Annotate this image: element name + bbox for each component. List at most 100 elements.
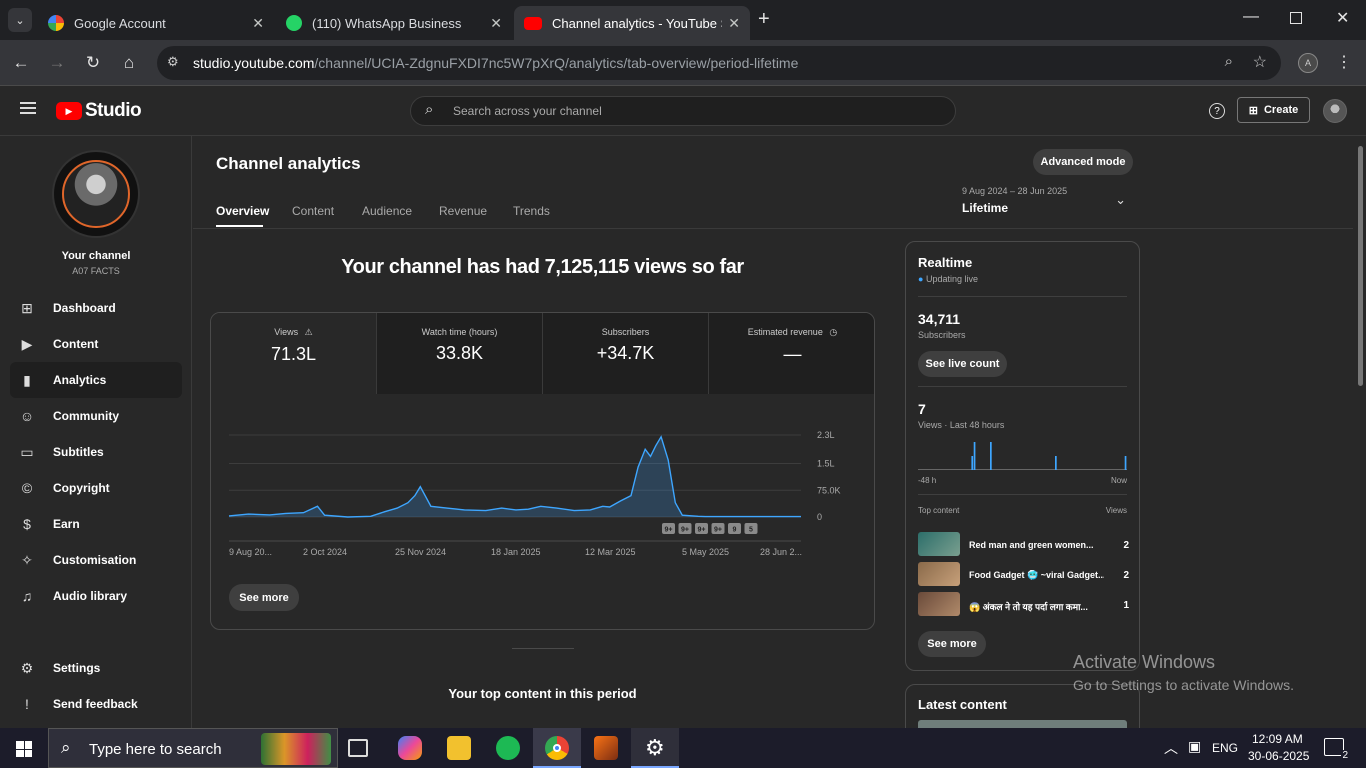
copilot-icon[interactable] bbox=[398, 736, 422, 760]
clock-time[interactable]: 12:09 AM bbox=[1252, 732, 1303, 746]
close-icon[interactable]: ✕ bbox=[490, 15, 502, 32]
realtime-bar[interactable] bbox=[990, 442, 992, 470]
play-icon: ▶ bbox=[21, 335, 33, 352]
realtime-bar[interactable] bbox=[973, 442, 976, 470]
windows-start-icon[interactable] bbox=[16, 741, 32, 757]
spotify-icon[interactable] bbox=[496, 736, 520, 760]
tab-overview[interactable]: Overview bbox=[216, 204, 269, 218]
upload-marker[interactable]: 9+ bbox=[662, 523, 675, 534]
advanced-mode-button[interactable]: Advanced mode bbox=[1033, 149, 1133, 175]
restore-button[interactable] bbox=[1290, 12, 1302, 24]
tab-label: (110) WhatsApp Business bbox=[312, 15, 462, 31]
zoom-icon[interactable]: ⌕ bbox=[1225, 53, 1233, 70]
tab-revenue[interactable]: Revenue bbox=[439, 204, 487, 218]
metric-estimated-revenue[interactable]: Estimated revenue ◷ — bbox=[709, 313, 874, 394]
close-icon[interactable]: ✕ bbox=[252, 15, 264, 32]
subtitles-icon: ▭ bbox=[20, 443, 34, 460]
file-explorer-icon[interactable] bbox=[447, 736, 471, 760]
taskbar-search-input[interactable]: ⌕ Type here to search bbox=[48, 728, 338, 768]
upload-marker[interactable]: 5 bbox=[744, 523, 758, 534]
tab-whatsapp-business[interactable]: (110) WhatsApp Business ✕ bbox=[276, 6, 512, 40]
minimize-button[interactable]: — bbox=[1243, 8, 1259, 26]
home-button[interactable]: ⌂ bbox=[116, 50, 142, 76]
close-icon[interactable]: ✕ bbox=[728, 15, 740, 32]
see-more-button[interactable]: See more bbox=[229, 584, 299, 611]
bookmark-star-icon[interactable]: ☆ bbox=[1253, 52, 1267, 72]
page-scrollbar[interactable] bbox=[1355, 136, 1366, 728]
realtime-bar[interactable] bbox=[1055, 456, 1057, 470]
profile-avatar-icon[interactable]: A bbox=[1298, 53, 1318, 73]
realtime-see-more-button[interactable]: See more bbox=[918, 631, 986, 657]
metric-subscribers[interactable]: Subscribers +34.7K bbox=[543, 313, 709, 394]
upload-marker[interactable]: 9+ bbox=[695, 523, 708, 534]
upload-marker[interactable]: 9+ bbox=[678, 523, 692, 534]
top-content-label: Top content bbox=[918, 506, 960, 515]
scrollbar-thumb[interactable] bbox=[1358, 146, 1363, 386]
reload-button[interactable]: ↻ bbox=[80, 50, 106, 76]
views-48h-label: Views · Last 48 hours bbox=[918, 420, 1005, 430]
sidebar-item-dashboard[interactable]: ⊞ Dashboard bbox=[10, 290, 182, 326]
views-chart[interactable]: 2.3L 1.5L 75.0K 0 9 Aug 20... 2 Oct 2024 25 N… bbox=[211, 413, 875, 593]
close-window-button[interactable]: ✕ bbox=[1336, 8, 1349, 28]
sidebar-item-settings[interactable]: ⚙ Settings bbox=[10, 650, 182, 686]
sidebar-item-send-feedback[interactable]: ! Send feedback bbox=[10, 686, 182, 722]
tab-content[interactable]: Content bbox=[292, 204, 334, 218]
browser-menu-icon[interactable]: ⋮ bbox=[1336, 52, 1352, 72]
url-host: studio.youtube.com bbox=[193, 55, 315, 71]
list-item[interactable]: Red man and green women... 2 bbox=[906, 532, 1141, 558]
sidebar-item-analytics[interactable]: ▮ Analytics bbox=[10, 362, 182, 398]
tab-audience[interactable]: Audience bbox=[362, 204, 412, 218]
task-view-icon[interactable] bbox=[348, 739, 368, 757]
create-button[interactable]: ⊞ Create bbox=[1237, 97, 1310, 123]
chrome-taskbar-button[interactable] bbox=[533, 728, 581, 768]
fl-studio-icon[interactable] bbox=[594, 736, 618, 760]
tab-channel-analytics[interactable]: Channel analytics - YouTube Stu ✕ bbox=[514, 6, 750, 40]
notification-center-icon[interactable]: 2 bbox=[1324, 738, 1349, 761]
subscribers-value: 34,711 bbox=[918, 311, 961, 327]
chevron-up-icon[interactable]: ︿ bbox=[1164, 738, 1178, 758]
settings-taskbar-button[interactable]: ⚙ bbox=[631, 728, 679, 768]
upload-marker[interactable]: 9+ bbox=[711, 523, 725, 534]
metric-value: 33.8K bbox=[435, 343, 484, 363]
sidebar-item-audio-library[interactable]: ♫ Audio library bbox=[10, 578, 182, 614]
address-bar[interactable]: ⚙ studio.youtube.com/channel/UCIA-ZdgnuF… bbox=[157, 46, 1281, 80]
tab-google-account[interactable]: Google Account ✕ bbox=[38, 6, 274, 40]
sidebar-item-earn[interactable]: $ Earn bbox=[10, 506, 182, 542]
create-label: Create bbox=[1263, 104, 1299, 116]
realtime-bar-chart[interactable] bbox=[918, 436, 1127, 470]
realtime-bar[interactable] bbox=[971, 456, 974, 470]
help-icon[interactable]: ? bbox=[1209, 103, 1225, 119]
upload-markers[interactable]: 9+ 9+ 9+ 9+ 9 5 bbox=[662, 523, 758, 534]
new-tab-button[interactable]: + bbox=[758, 8, 770, 31]
sidebar-item-content[interactable]: ▶ Content bbox=[10, 326, 182, 362]
site-info-icon[interactable]: ⚙ bbox=[167, 54, 179, 70]
channel-search-input[interactable]: ⌕ Search across your channel bbox=[410, 96, 956, 126]
tab-search-button[interactable]: ⌄ bbox=[8, 8, 32, 32]
gear-icon: ⚙ bbox=[645, 735, 665, 760]
sidebar-item-subtitles[interactable]: ▭ Subtitles bbox=[10, 434, 182, 470]
back-button[interactable]: ← bbox=[8, 50, 34, 76]
meet-now-icon[interactable]: ▣ bbox=[1188, 738, 1201, 755]
account-avatar[interactable] bbox=[1323, 99, 1347, 123]
list-item[interactable]: 😱 अंकल ने तो यह पर्दा लगा कमा... 1 bbox=[906, 592, 1141, 618]
forward-button[interactable]: → bbox=[44, 50, 70, 76]
url-path: /channel/UCIA-ZdgnuFXDI7nc5W7pXrQ/analyt… bbox=[314, 55, 799, 71]
metric-views[interactable]: Views ⚠ 71.3L bbox=[211, 313, 377, 394]
sidebar-item-customisation[interactable]: ✧ Customisation bbox=[10, 542, 182, 578]
sidebar-item-copyright[interactable]: © Copyright bbox=[10, 470, 182, 506]
clock-date[interactable]: 30-06-2025 bbox=[1248, 749, 1309, 763]
notification-count: 2 bbox=[1341, 750, 1349, 761]
language-indicator[interactable]: ENG bbox=[1212, 741, 1238, 755]
list-item[interactable]: Food Gadget 🥶 ~viral Gadget... 2 bbox=[906, 562, 1141, 588]
x-tick-label: 2 Oct 2024 bbox=[303, 547, 347, 557]
sidebar-item-community[interactable]: ☺ Community bbox=[10, 398, 182, 434]
channel-avatar[interactable] bbox=[54, 152, 138, 236]
realtime-bar[interactable] bbox=[1124, 456, 1127, 470]
metric-watch-time[interactable]: Watch time (hours) 33.8K bbox=[377, 313, 543, 394]
see-live-count-button[interactable]: See live count bbox=[918, 351, 1007, 377]
period-selector[interactable]: 9 Aug 2024 – 28 Jun 2025 Lifetime ⌄ bbox=[962, 186, 1134, 220]
tab-trends[interactable]: Trends bbox=[513, 204, 550, 218]
upload-marker[interactable]: 9 bbox=[728, 523, 741, 534]
hamburger-menu-icon[interactable] bbox=[20, 102, 36, 114]
studio-logo[interactable]: ▶ Studio bbox=[56, 100, 142, 122]
